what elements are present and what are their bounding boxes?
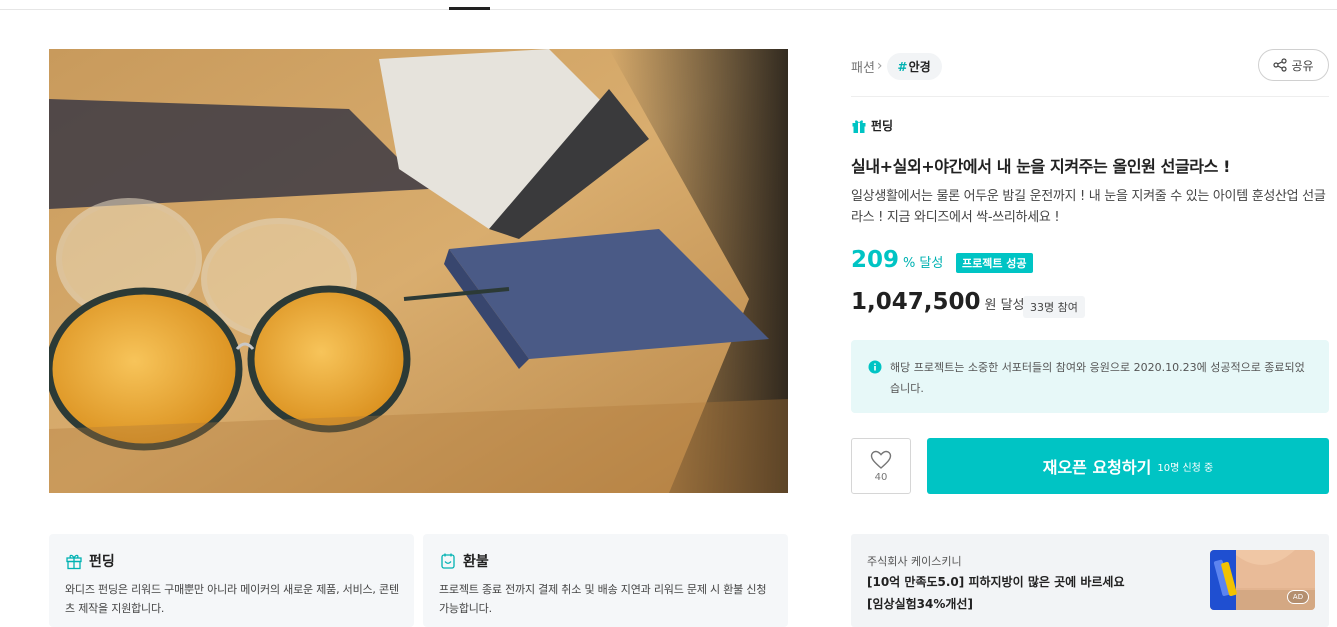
like-button[interactable]: 40 — [851, 438, 911, 494]
gift-icon — [66, 554, 82, 570]
reopen-request-button[interactable]: 재오픈 요청하기 10명 신청 중 — [927, 438, 1329, 494]
supporter-count-badge: 33명 참여 — [1023, 296, 1085, 318]
top-nav-bar — [0, 0, 1337, 10]
like-count: 40 — [874, 471, 888, 483]
tag-hash: # — [897, 59, 908, 74]
project-kind: 펀딩 — [851, 117, 893, 134]
breadcrumb: 패션 › #안경 — [851, 52, 942, 80]
sponsored-ad-banner[interactable]: 주식회사 케이스키니 [10억 만족도5.0] 피하지방이 많은 곳에 바르세요… — [851, 534, 1329, 627]
project-description: 일상생활에서는 물론 어두운 밤길 운전까지 ! 내 눈을 지켜줄 수 있는 아… — [851, 189, 1326, 225]
achievement-percent-unit: % — [903, 256, 916, 271]
funded-amount-unit: 원 달성 — [984, 298, 1025, 313]
reopen-request-count: 10명 신청 중 — [1157, 462, 1214, 474]
ad-badge: AD — [1287, 590, 1309, 604]
breadcrumb-category[interactable]: 패션 — [851, 57, 875, 76]
share-label: 공유 — [1291, 58, 1314, 73]
project-title: 실내+실외+야간에서 내 눈을 지켜주는 올인원 선글라스 ! — [851, 157, 1230, 176]
chevron-right-icon: › — [876, 58, 883, 74]
sunglasses-photo — [49, 49, 788, 493]
project-main-image — [49, 49, 788, 493]
funded-amount-value: 1,047,500 — [851, 289, 981, 315]
info-card-title: 펀딩 — [89, 554, 115, 570]
tag-label: 안경 — [908, 59, 931, 74]
project-kind-label: 펀딩 — [871, 119, 894, 133]
info-card-title: 환불 — [463, 554, 489, 570]
ad-thumbnail: AD — [1210, 550, 1315, 610]
ad-headline: [10억 만족도5.0] 피하지방이 많은 곳에 바르세요 — [867, 575, 1125, 589]
refund-icon — [441, 553, 455, 569]
notice-text: 해당 프로젝트는 소중한 서포터들의 참여와 응원으로 2020.10.23에 … — [890, 361, 1305, 395]
funded-amount: 1,047,500 원 달성 — [851, 289, 1025, 315]
tag-glasses[interactable]: #안경 — [886, 52, 942, 80]
share-button[interactable]: 공유 — [1258, 49, 1329, 81]
info-card-description: 와디즈 펀딩은 리워드 구매뿐만 아니라 메이커의 새로운 제품, 서비스, 콘… — [65, 583, 399, 615]
info-card-description: 프로젝트 종료 전까지 결제 취소 및 배송 지연과 리워드 문제 시 환불 신… — [439, 583, 767, 615]
info-card-refund: 환불 프로젝트 종료 전까지 결제 취소 및 배송 지연과 리워드 문제 시 환… — [423, 534, 788, 627]
project-ended-notice: 해당 프로젝트는 소중한 서포터들의 참여와 응원으로 2020.10.23에 … — [851, 340, 1329, 413]
heart-icon — [870, 450, 892, 469]
info-card-funding-head: 펀딩 — [65, 551, 115, 571]
achievement-percent: 209 — [851, 247, 900, 273]
active-tab-indicator — [449, 7, 490, 10]
share-icon — [1273, 58, 1288, 72]
info-card-funding: 펀딩 와디즈 펀딩은 리워드 구매뿐만 아니라 메이커의 새로운 제품, 서비스… — [49, 534, 414, 627]
status-badge: 프로젝트 성공 — [956, 253, 1033, 273]
ad-subheadline: [임상실험34%개선] — [867, 597, 973, 611]
ad-company: 주식회사 케이스키니 — [867, 555, 962, 568]
reopen-request-label: 재오픈 요청하기 — [1042, 458, 1152, 477]
gift-icon — [852, 119, 866, 133]
divider — [851, 96, 1329, 97]
achievement-label: 달성 — [919, 256, 944, 271]
achievement-rate: 209 % 달성 — [851, 247, 943, 273]
info-icon — [868, 360, 882, 374]
info-card-refund-head: 환불 — [439, 551, 489, 571]
